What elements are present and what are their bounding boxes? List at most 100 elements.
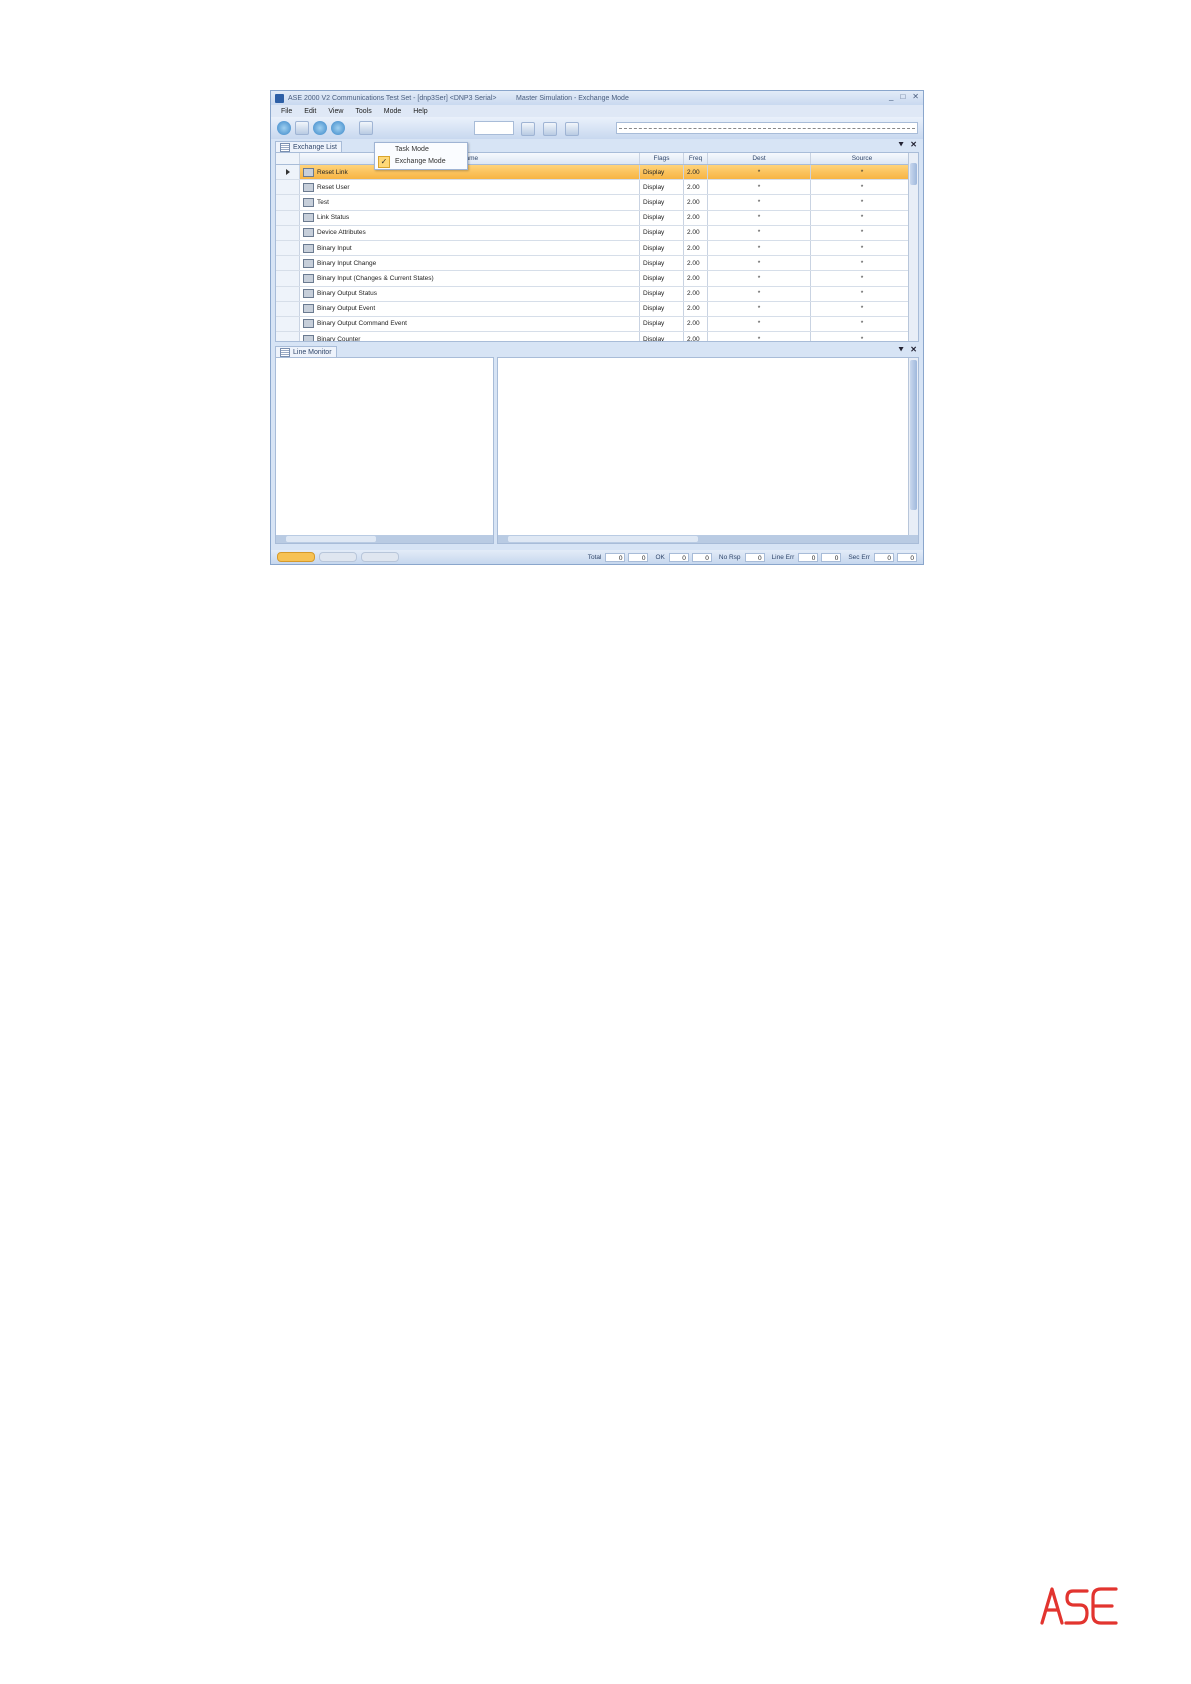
cell-flags[interactable]: Display	[640, 210, 684, 225]
cell-dest[interactable]: *	[708, 316, 811, 332]
pin-icon[interactable]	[565, 122, 579, 136]
row-selector[interactable]	[276, 225, 300, 240]
cell-freq[interactable]: 2.00	[684, 210, 708, 225]
cell-flags[interactable]: Display	[640, 180, 684, 195]
cell-source[interactable]: *	[811, 302, 913, 316]
row-selector[interactable]	[276, 195, 300, 210]
close-panel-icon[interactable]: ✕	[910, 140, 917, 150]
cell-source[interactable]: *	[811, 317, 913, 331]
cell-dest[interactable]: *	[708, 286, 811, 301]
cell-dest[interactable]: *	[708, 225, 811, 240]
row-selector[interactable]	[276, 256, 300, 271]
cell-flags[interactable]: Display	[640, 316, 684, 332]
menu-item-exchange-mode[interactable]: ✓ Exchange Mode	[375, 155, 467, 168]
cell-source[interactable]: *	[811, 332, 913, 341]
cell-source[interactable]: *	[811, 195, 913, 209]
cell-flags[interactable]: Display	[640, 225, 684, 240]
row-selector[interactable]	[276, 316, 300, 332]
command-input[interactable]	[616, 122, 918, 134]
cell-freq[interactable]: 2.00	[684, 301, 708, 316]
minimize-button[interactable]: _	[889, 92, 893, 101]
row-selector[interactable]	[276, 240, 300, 256]
cell-freq[interactable]: 2.00	[684, 286, 708, 301]
column-header-name[interactable]: Name	[300, 153, 640, 164]
cell-name[interactable]: Binary Counter	[300, 332, 640, 341]
detail-vertical-scrollbar[interactable]	[908, 358, 918, 535]
cell-freq[interactable]: 2.00	[684, 256, 708, 271]
line-monitor-summary-pane[interactable]	[275, 357, 494, 544]
new-icon[interactable]	[295, 121, 309, 135]
cell-freq[interactable]: 2.00	[684, 195, 708, 210]
cell-dest[interactable]: *	[708, 271, 811, 286]
table-row[interactable]: Binary Input Display 2.00 * *	[276, 240, 918, 257]
column-header-flags[interactable]: Flags	[640, 153, 684, 164]
cell-dest[interactable]: *	[708, 240, 811, 256]
cell-name[interactable]: Binary Input Change	[300, 256, 640, 271]
table-row[interactable]: Test Display 2.00 * *	[276, 195, 918, 211]
line-monitor-detail-pane[interactable]	[497, 357, 919, 544]
pin-monitor-icon[interactable]: ⯆	[898, 345, 904, 355]
cell-dest[interactable]: *	[708, 301, 811, 316]
cell-freq[interactable]: 2.00	[684, 316, 708, 332]
menu-mode[interactable]: Mode	[384, 108, 402, 115]
cell-flags[interactable]: Display	[640, 195, 684, 210]
detail-scroll-thumb[interactable]	[910, 360, 917, 510]
cell-freq[interactable]: 2.00	[684, 271, 708, 286]
menu-edit[interactable]: Edit	[304, 108, 316, 115]
row-selector[interactable]	[276, 286, 300, 301]
row-selector[interactable]	[276, 301, 300, 316]
row-selector[interactable]	[276, 210, 300, 225]
detail-scroll-thumb-h[interactable]	[508, 536, 698, 542]
summary-scroll-thumb[interactable]	[286, 536, 376, 542]
cell-flags[interactable]: Display	[640, 301, 684, 316]
run-icon[interactable]	[359, 121, 373, 135]
table-row[interactable]: Device Attributes Display 2.00 * *	[276, 225, 918, 241]
cell-dest[interactable]: *	[708, 195, 811, 210]
forward-icon[interactable]	[543, 122, 557, 136]
menu-item-task-mode[interactable]: Task Mode	[375, 143, 467, 155]
cell-source[interactable]: *	[811, 165, 913, 179]
table-row[interactable]: Reset User Display 2.00 * *	[276, 180, 918, 196]
table-row[interactable]: Binary Output Command Event Display 2.00 * *	[276, 316, 918, 333]
cell-name[interactable]: Device Attributes	[300, 225, 640, 240]
cell-dest[interactable]: *	[708, 332, 811, 341]
tab-exchange-list[interactable]: Exchange List	[275, 140, 342, 153]
cell-source[interactable]: *	[811, 211, 913, 225]
cell-name[interactable]: Link Status	[300, 210, 640, 225]
row-selector[interactable]	[276, 165, 300, 180]
cell-source[interactable]: *	[811, 241, 913, 255]
close-monitor-icon[interactable]: ✕	[910, 345, 917, 355]
detail-horizontal-scrollbar[interactable]	[498, 535, 918, 543]
table-row[interactable]: Binary Output Event Display 2.00 * *	[276, 301, 918, 317]
column-header-freq[interactable]: Freq	[684, 153, 708, 164]
grid-vertical-scrollbar[interactable]	[908, 153, 918, 341]
cell-freq[interactable]: 2.00	[684, 225, 708, 240]
maximize-button[interactable]: □	[900, 92, 905, 101]
cell-source[interactable]: *	[811, 226, 913, 240]
tab-line-monitor[interactable]: Line Monitor	[275, 345, 337, 358]
status-tab-3[interactable]	[361, 552, 399, 562]
cell-dest[interactable]: *	[708, 256, 811, 271]
cell-name[interactable]: Reset User	[300, 180, 640, 195]
menu-file[interactable]: File	[281, 108, 292, 115]
cell-name[interactable]: Binary Input	[300, 240, 640, 256]
toolbar-combo[interactable]	[474, 121, 514, 135]
cell-flags[interactable]: Display	[640, 332, 684, 341]
help-icon[interactable]	[313, 121, 327, 135]
column-header-dest[interactable]: Dest	[708, 153, 811, 164]
cell-freq[interactable]: 2.00	[684, 240, 708, 256]
status-tab-2[interactable]	[319, 552, 357, 562]
cell-source[interactable]: *	[811, 271, 913, 285]
table-row[interactable]: Binary Output Status Display 2.00 * *	[276, 286, 918, 302]
menu-tools[interactable]: Tools	[355, 108, 371, 115]
scroll-thumb[interactable]	[910, 163, 917, 185]
table-row[interactable]: Reset Link Display 2.00 * *	[276, 165, 918, 181]
summary-horizontal-scrollbar[interactable]	[276, 535, 493, 543]
table-row[interactable]: Binary Counter Display 2.00 * *	[276, 332, 918, 341]
close-button[interactable]: ✕	[912, 92, 919, 101]
cell-source[interactable]: *	[811, 287, 913, 301]
cell-dest[interactable]: *	[708, 180, 811, 195]
cell-flags[interactable]: Display	[640, 271, 684, 286]
cell-source[interactable]: *	[811, 256, 913, 270]
status-tab-1[interactable]	[277, 552, 315, 562]
